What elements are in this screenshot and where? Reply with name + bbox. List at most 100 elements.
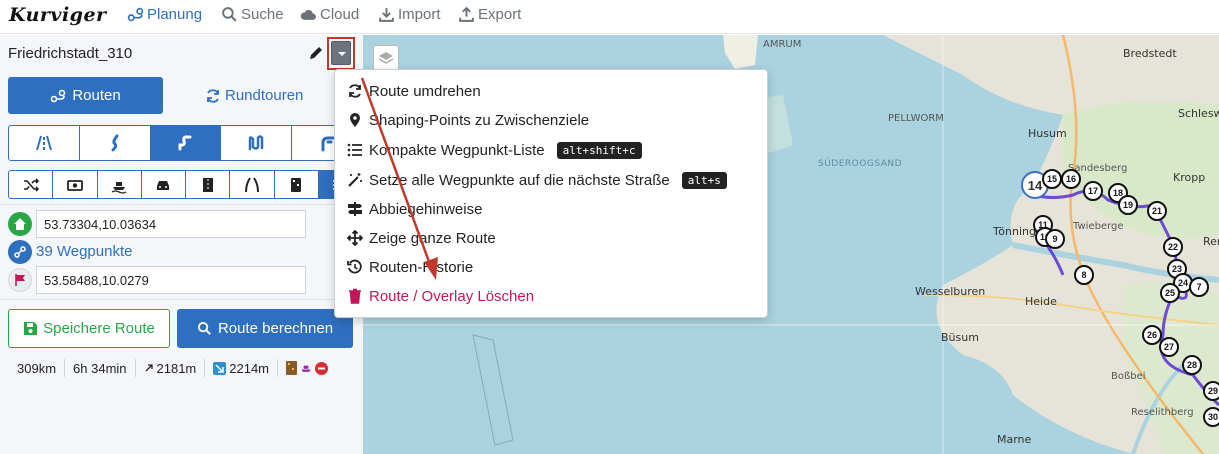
unpaved-option[interactable]	[275, 171, 319, 198]
curvy-low-icon	[111, 134, 119, 152]
map-pin[interactable]: 9	[1045, 229, 1065, 249]
menu-item-compact-list[interactable]: Kompakte Wegpunkt-Liste alt+shift+c	[347, 138, 642, 162]
tab-rundtouren-label: Rundtouren	[225, 87, 304, 104]
map-label-heide: Heide	[1025, 295, 1057, 308]
nav-export[interactable]: Export	[458, 6, 521, 23]
upload-icon	[459, 6, 474, 22]
menu-item-label: Route umdrehen	[369, 82, 481, 100]
waypoints-link[interactable]: 39 Wegpunkte	[36, 243, 132, 260]
nav-suche-label: Suche	[241, 6, 284, 23]
map-label-pellworm: PELLWORM	[888, 113, 944, 124]
save-route-button[interactable]: Speichere Route	[8, 309, 170, 348]
map-pin[interactable]: 7	[1189, 277, 1209, 297]
download-icon	[379, 8, 394, 22]
descent-stat: 2214m	[205, 359, 279, 377]
nav-import-label: Import	[398, 6, 441, 23]
menu-item-label: Routen-Historie	[369, 258, 474, 276]
shortcut-badge: alt+s	[681, 171, 727, 189]
map-pin[interactable]: 28	[1182, 355, 1202, 375]
menu-item-label: Setze alle Wegpunkte auf die nächste Str…	[369, 171, 670, 189]
car-option[interactable]	[142, 171, 186, 198]
menu-item-delete-route[interactable]: Route / Overlay Löschen	[347, 284, 534, 308]
map-label-wesselburen: Wesselburen	[915, 285, 986, 298]
menu-item-label: Route / Overlay Löschen	[369, 287, 535, 305]
curvy-medium-option[interactable]	[150, 126, 222, 160]
map-pin[interactable]: 16	[1061, 169, 1081, 189]
calculate-route-button[interactable]: Route berechnen	[177, 309, 353, 348]
tunnel-icon	[202, 177, 213, 192]
nav-planung[interactable]: Planung	[127, 6, 202, 23]
route-icon	[51, 89, 66, 102]
menu-item-show-whole-route[interactable]: Zeige ganze Route	[347, 226, 496, 250]
ferry-option[interactable]	[98, 171, 142, 198]
tab-routen[interactable]: Routen	[8, 77, 163, 114]
map-label-bredstedt: Bredstedt	[1123, 47, 1177, 60]
shortcut-badge: alt+shift+c	[556, 141, 642, 159]
menu-item-turn-instructions[interactable]: Abbiegehinweise	[347, 197, 482, 221]
refresh-icon	[207, 88, 219, 103]
road-icon	[244, 176, 259, 192]
unpaved-icon	[291, 177, 302, 192]
map-pin[interactable]: 8	[1074, 265, 1094, 285]
save-icon	[24, 322, 38, 335]
map-pin[interactable]: 25	[1160, 283, 1180, 303]
ferry-icon	[301, 365, 311, 372]
signpost-icon	[348, 202, 362, 216]
nav-cloud[interactable]: Cloud	[300, 6, 359, 23]
map-pin[interactable]: 21	[1147, 201, 1167, 221]
curvy-high-icon	[249, 135, 264, 151]
route-name: Friedrichstadt_310	[8, 45, 133, 62]
map-label-buesum: Büsum	[941, 331, 979, 344]
map-pin[interactable]: 30	[1203, 407, 1219, 427]
top-bar: Kurviger Planung Suche Cloud Import Expo…	[0, 0, 1219, 34]
cloud-icon	[300, 10, 316, 20]
pencil-icon[interactable]	[308, 45, 324, 61]
menu-item-shaping-points[interactable]: Shaping-Points zu Zwischenziele	[347, 108, 589, 132]
map-layers-button[interactable]	[373, 45, 399, 71]
history-icon	[347, 259, 362, 274]
map-pin[interactable]: 22	[1163, 237, 1183, 257]
curvy-low-option[interactable]	[80, 126, 151, 160]
save-route-label: Speichere Route	[43, 320, 155, 337]
menu-item-snap-to-road[interactable]: Setze alle Wegpunkte auf die nächste Str…	[347, 168, 727, 192]
map-pin[interactable]: 17	[1083, 181, 1103, 201]
map-pin[interactable]: 29	[1203, 381, 1219, 401]
map-pin[interactable]: 27	[1159, 337, 1179, 357]
road-option[interactable]	[230, 171, 275, 198]
highway-icon	[35, 135, 52, 151]
start-input[interactable]	[36, 210, 306, 238]
menu-item-route-history[interactable]: Routen-Historie	[347, 255, 473, 279]
end-waypoint-row	[8, 266, 32, 294]
toll-option[interactable]	[53, 171, 98, 198]
highway-option[interactable]	[9, 126, 80, 160]
map-pin[interactable]: 19	[1118, 195, 1138, 215]
money-icon	[66, 179, 83, 191]
map-pin[interactable]: 15	[1042, 169, 1062, 189]
ascent-value: 2181m	[156, 360, 197, 376]
map-marker-icon	[350, 113, 360, 127]
search-icon	[197, 321, 211, 335]
descent-value: 2214m	[229, 360, 270, 376]
start-waypoint-row	[8, 210, 32, 238]
arrow-down-right-icon	[213, 361, 227, 375]
end-input[interactable]	[36, 266, 306, 294]
home-icon	[8, 212, 32, 236]
nav-import[interactable]: Import	[378, 6, 441, 23]
app-logo[interactable]: Kurviger	[9, 4, 107, 26]
shuffle-option[interactable]	[9, 171, 54, 198]
map-label-rendsburg: Rendsburg	[1203, 235, 1219, 248]
tunnel-option[interactable]	[186, 171, 231, 198]
map-label-marne: Marne	[997, 433, 1032, 446]
menu-item-label: Kompakte Wegpunkt-Liste	[369, 141, 545, 159]
curvy-high-option[interactable]	[221, 126, 293, 160]
list-icon	[347, 143, 362, 157]
avoid-indicators	[278, 359, 336, 377]
menu-item-label: Shaping-Points zu Zwischenziele	[369, 111, 590, 129]
menu-item-reverse-route[interactable]: Route umdrehen	[347, 79, 481, 103]
nav-export-label: Export	[478, 6, 522, 23]
nav-suche[interactable]: Suche	[221, 6, 284, 23]
highlight-box	[327, 37, 355, 70]
route-stats: 309km 6h 34min 2181m 2214m	[8, 357, 336, 379]
tab-rundtouren[interactable]: Rundtouren	[205, 77, 303, 114]
map-label-kropp: Kropp	[1173, 171, 1206, 184]
